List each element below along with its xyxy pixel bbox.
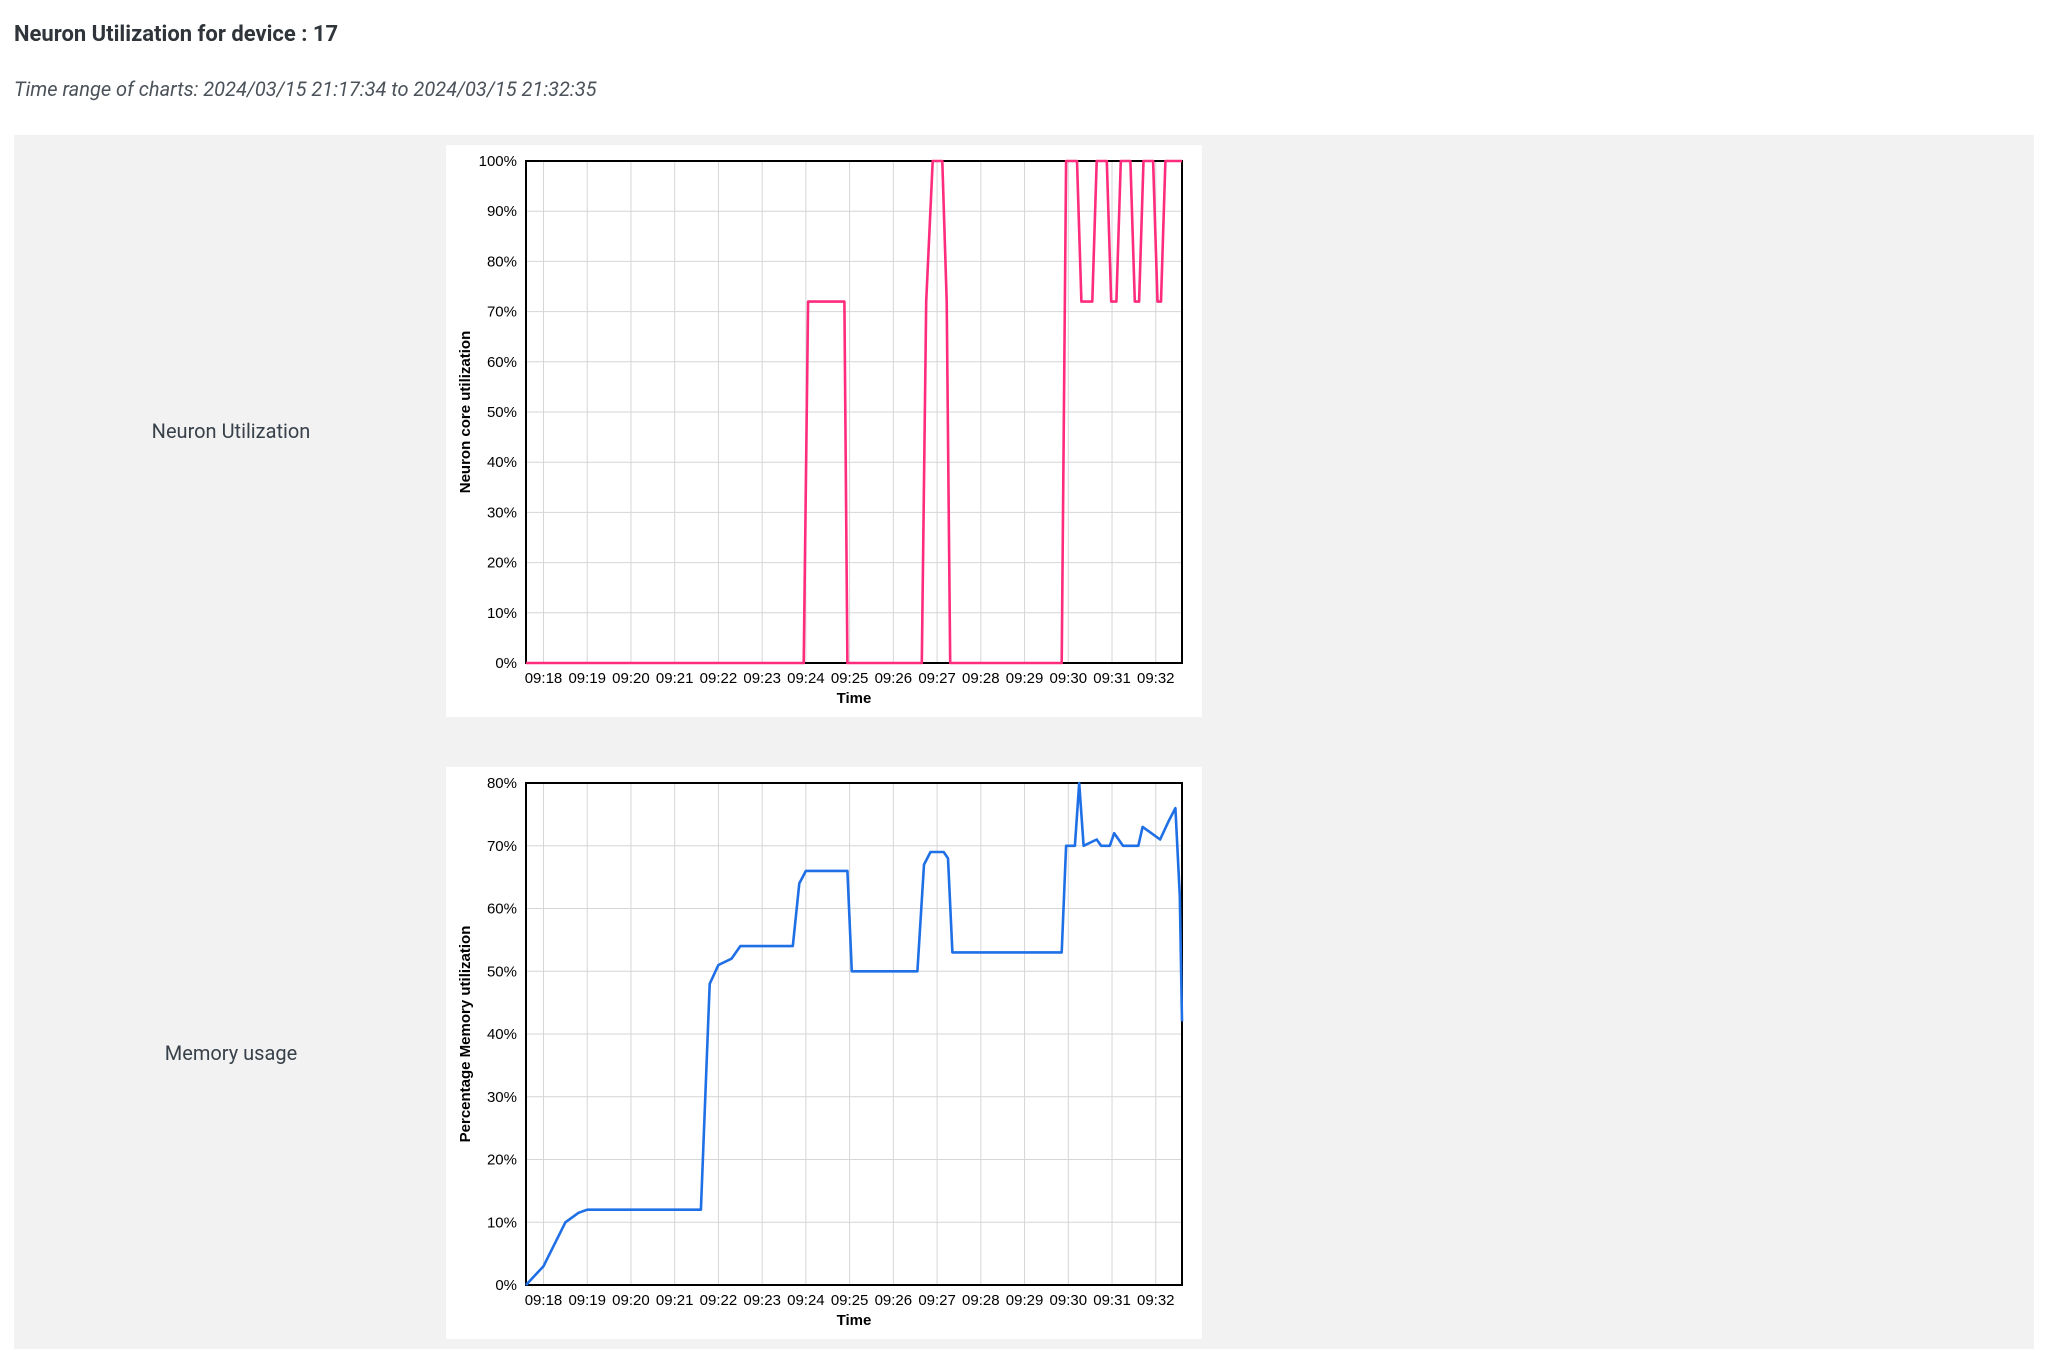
svg-text:09:31: 09:31 <box>1093 1292 1131 1309</box>
svg-text:09:20: 09:20 <box>612 1292 650 1309</box>
svg-text:09:29: 09:29 <box>1006 1292 1044 1309</box>
svg-text:09:21: 09:21 <box>656 1292 694 1309</box>
chart-memory: 0% 10% 20% 30% 40% 50% 60% 70% 80% 09:18 09:19 09:2… <box>446 767 1202 1339</box>
svg-text:Time: Time <box>837 690 872 707</box>
svg-text:09:28: 09:28 <box>962 1292 1000 1309</box>
svg-text:09:26: 09:26 <box>875 1292 913 1309</box>
svg-text:50%: 50% <box>487 963 517 980</box>
svg-text:09:29: 09:29 <box>1006 670 1044 687</box>
svg-text:09:26: 09:26 <box>875 670 913 687</box>
svg-text:20%: 20% <box>487 555 517 572</box>
svg-text:09:25: 09:25 <box>831 1292 869 1309</box>
svg-text:09:19: 09:19 <box>568 670 606 687</box>
chart-neuron-util: 0% 10% 20% 30% 40% 50% 60% 70% 80% 90% 100% 09:18 09… <box>446 145 1202 717</box>
svg-text:100%: 100% <box>479 153 517 170</box>
row-memory: Memory usage 0%10%20%30%40%50%60%70%80%0… <box>16 767 2032 1339</box>
svg-text:09:24: 09:24 <box>787 1292 825 1309</box>
svg-text:09:30: 09:30 <box>1050 1292 1088 1309</box>
svg-text:09:22: 09:22 <box>700 670 738 687</box>
svg-text:Time: Time <box>837 1312 872 1329</box>
svg-text:60%: 60% <box>487 354 517 371</box>
svg-text:50%: 50% <box>487 404 517 421</box>
row-label-neuron: Neuron Utilization <box>16 145 446 717</box>
row-label-memory: Memory usage <box>16 767 446 1339</box>
svg-text:40%: 40% <box>487 1026 517 1043</box>
svg-text:Percentage Memory utilization: Percentage Memory utilization <box>457 926 474 1143</box>
svg-text:09:23: 09:23 <box>743 1292 781 1309</box>
svg-text:09:27: 09:27 <box>918 670 956 687</box>
svg-text:09:31: 09:31 <box>1093 670 1131 687</box>
svg-text:09:19: 09:19 <box>568 1292 606 1309</box>
svg-text:09:22: 09:22 <box>700 1292 738 1309</box>
svg-text:20%: 20% <box>487 1152 517 1169</box>
svg-text:09:32: 09:32 <box>1137 670 1175 687</box>
svg-text:09:23: 09:23 <box>743 670 781 687</box>
svg-text:30%: 30% <box>487 1089 517 1106</box>
svg-text:09:27: 09:27 <box>918 1292 956 1309</box>
time-range: Time range of charts: 2024/03/15 21:17:3… <box>14 77 2034 101</box>
svg-text:0%: 0% <box>495 1277 517 1294</box>
svg-text:09:25: 09:25 <box>831 670 869 687</box>
charts-panel: Neuron Utilization 0% 10% 20% 30% 40% 50% 60% 7… <box>14 135 2034 1349</box>
svg-text:09:20: 09:20 <box>612 670 650 687</box>
svg-text:70%: 70% <box>487 304 517 321</box>
svg-text:30%: 30% <box>487 504 517 521</box>
svg-text:09:28: 09:28 <box>962 670 1000 687</box>
svg-text:70%: 70% <box>487 838 517 855</box>
svg-text:80%: 80% <box>487 775 517 792</box>
svg-text:60%: 60% <box>487 901 517 918</box>
page-title: Neuron Utilization for device : 17 <box>14 22 2034 47</box>
svg-text:0%: 0% <box>495 655 517 672</box>
svg-text:Neuron core utilization: Neuron core utilization <box>457 331 474 494</box>
svg-text:09:21: 09:21 <box>656 670 694 687</box>
svg-text:10%: 10% <box>487 605 517 622</box>
svg-text:09:18: 09:18 <box>525 670 563 687</box>
svg-text:09:32: 09:32 <box>1137 1292 1175 1309</box>
svg-text:09:24: 09:24 <box>787 670 825 687</box>
row-neuron-util: Neuron Utilization 0% 10% 20% 30% 40% 50% 60% 7… <box>16 145 2032 717</box>
svg-text:09:30: 09:30 <box>1050 670 1088 687</box>
svg-text:10%: 10% <box>487 1214 517 1231</box>
row-label-text: Memory usage <box>165 1041 297 1065</box>
svg-text:09:18: 09:18 <box>525 1292 563 1309</box>
svg-text:90%: 90% <box>487 203 517 220</box>
row-label-text: Neuron Utilization <box>152 419 311 443</box>
svg-text:80%: 80% <box>487 253 517 270</box>
svg-text:40%: 40% <box>487 454 517 471</box>
